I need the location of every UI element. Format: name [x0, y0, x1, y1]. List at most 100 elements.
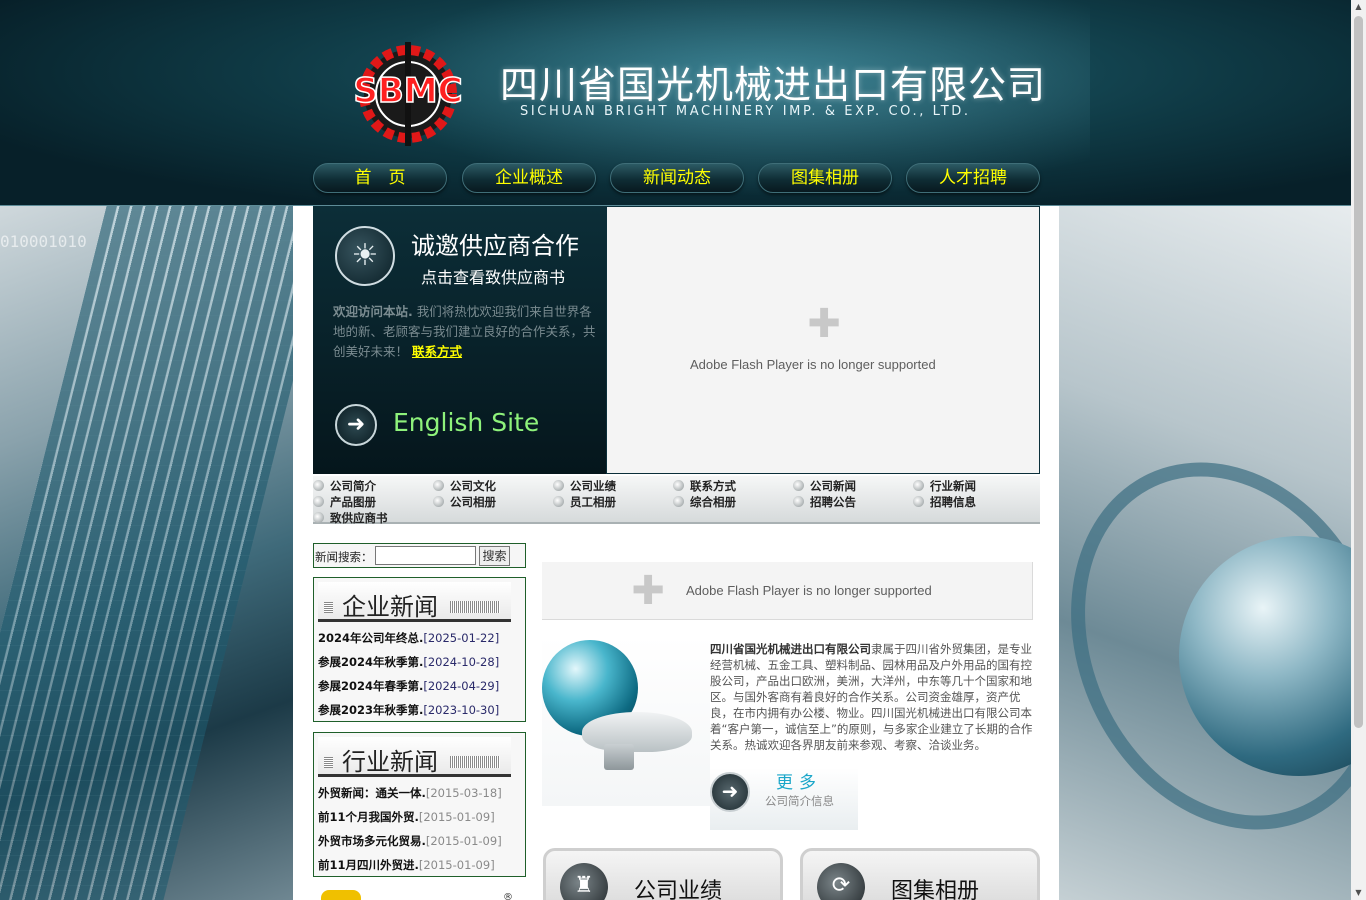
- search-label: 新闻搜索：: [315, 550, 373, 564]
- lightbulb-icon: ☀: [335, 226, 395, 286]
- bullet-icon: [913, 480, 924, 491]
- industry-news-header: 行业新闻: [318, 737, 511, 777]
- nav-news[interactable]: 新闻动态: [610, 163, 744, 193]
- promo-title[interactable]: 诚邀供应商合作: [411, 226, 579, 261]
- quicklink-company-news[interactable]: 公司新闻: [793, 478, 856, 494]
- quicklink-company-intro[interactable]: 公司简介: [313, 478, 376, 494]
- quicklink-company-culture[interactable]: 公司文化: [433, 478, 496, 494]
- nav-gallery[interactable]: 图集相册: [758, 163, 892, 193]
- card-title[interactable]: 公司业绩: [634, 873, 722, 900]
- photo-icon: ⟳: [817, 863, 865, 900]
- site-header: SBMC 四川省国光机械进出口有限公司 SICHUAN BRIGHT MACHI…: [0, 0, 1351, 206]
- nav-home[interactable]: 首 页: [313, 163, 447, 193]
- intro-body: 隶属于四川省外贸集团，是专业经营机械、五金工具、塑料制品、园林用品及户外用品的国…: [710, 642, 1033, 752]
- scroll-down-arrow-icon[interactable]: ▼: [1351, 886, 1366, 900]
- card-title[interactable]: 图集相册: [891, 873, 979, 900]
- nav-about[interactable]: 企业概述: [462, 163, 596, 193]
- company-intro-text: 四川省国光机械进出口有限公司隶属于四川省外贸集团，是专业经营机械、五金工具、塑料…: [710, 641, 1036, 753]
- flash-banner-placeholder: ✚ Adobe Flash Player is no longer suppor…: [606, 206, 1040, 474]
- company-news-list: 2024年公司年终总.[2025-01-22] 参展2024年秋季第.[2024…: [318, 629, 523, 725]
- flash-placeholder-2: ✚ Adobe Flash Player is no longer suppor…: [542, 562, 1033, 620]
- header-mark: [324, 757, 333, 768]
- bullet-icon: [913, 496, 924, 507]
- quicklink-company-performance[interactable]: 公司业绩: [553, 478, 616, 494]
- quicklink-general-album[interactable]: 综合相册: [673, 494, 736, 510]
- quicklink-contact[interactable]: 联系方式: [673, 478, 736, 494]
- header-mark: [324, 602, 333, 613]
- more-subtitle: 公司简介信息: [765, 794, 834, 808]
- vertical-scrollbar[interactable]: ▲ ▼: [1351, 0, 1366, 900]
- binary-text: 010001010: [0, 232, 87, 251]
- globe-hand-image: [542, 636, 710, 806]
- puzzle-icon: ✚: [807, 301, 841, 347]
- quicklink-industry-news[interactable]: 行业新闻: [913, 478, 976, 494]
- bullet-icon: [433, 496, 444, 507]
- bullet-icon: [313, 512, 324, 523]
- welcome-text: 欢迎访问本站. 我们将热忱欢迎我们来自世界各地的新、老顾客与我们建立良好的合作关…: [333, 302, 603, 362]
- list-item[interactable]: 2024年公司年终总.[2025-01-22]: [318, 629, 523, 653]
- bullet-icon: [313, 480, 324, 491]
- quicklink-job-announcement[interactable]: 招聘公告: [793, 494, 856, 510]
- flash-message-2: Adobe Flash Player is no longer supporte…: [686, 583, 932, 598]
- supplier-promo-panel: ☀ 诚邀供应商合作 点击查看致供应商书 欢迎访问本站. 我们将热忱欢迎我们来自世…: [313, 206, 606, 474]
- list-item[interactable]: 参展2024年秋季第.[2024-10-28]: [318, 653, 523, 677]
- card-gallery[interactable]: ⟳ 图集相册: [800, 848, 1040, 900]
- card-company-performance[interactable]: ♜ 公司业绩: [543, 848, 783, 900]
- list-item[interactable]: 前11个月我国外贸.[2015-01-09]: [318, 808, 523, 832]
- sbmc-logo[interactable]: SBMC: [338, 38, 478, 148]
- quicklink-supplier-letter[interactable]: 致供应商书: [313, 510, 388, 526]
- main-nav: 首 页 企业概述 新闻动态 图集相册 人才招聘: [313, 163, 1043, 195]
- bullet-icon: [793, 496, 804, 507]
- more-intro-box[interactable]: ➜ 更多 公司简介信息: [710, 768, 858, 830]
- main-content: ☀ 诚邀供应商合作 点击查看致供应商书 欢迎访问本站. 我们将热忱欢迎我们来自世…: [293, 206, 1059, 900]
- quicklink-staff-album[interactable]: 员工相册: [553, 494, 616, 510]
- header-stripes: [450, 601, 500, 613]
- list-item[interactable]: 外贸市场多元化贸易.[2015-01-09]: [318, 832, 523, 856]
- company-name-cn: 四川省国光机械进出口有限公司: [500, 63, 1047, 107]
- welcome-bold: 欢迎访问本站.: [333, 304, 413, 319]
- industry-news-title[interactable]: 行业新闻: [342, 742, 438, 777]
- right-background-image: [1059, 206, 1351, 900]
- registered-mark: ®: [503, 892, 513, 900]
- search-button[interactable]: 搜索: [479, 546, 510, 566]
- company-news-title[interactable]: 企业新闻: [342, 587, 438, 622]
- glass-tower-image: [0, 206, 293, 900]
- list-item[interactable]: 前11月四川外贸进.[2015-01-09]: [318, 856, 523, 880]
- partial-logo-badge: [321, 890, 361, 900]
- flash-message: Adobe Flash Player is no longer supporte…: [690, 357, 936, 372]
- english-site-link[interactable]: English Site: [393, 408, 539, 437]
- bullet-icon: [553, 496, 564, 507]
- trophy-icon: ♜: [560, 863, 608, 900]
- scroll-up-arrow-icon[interactable]: ▲: [1351, 0, 1366, 14]
- bullet-icon: [553, 480, 564, 491]
- bullet-icon: [673, 480, 684, 491]
- industry-news-box: 行业新闻 外贸新闻：通关一体.[2015-03-18] 前11个月我国外贸.[2…: [313, 732, 526, 877]
- arrow-right-icon[interactable]: ➜: [710, 772, 750, 812]
- list-item[interactable]: 参展2023年秋季第.[2023-10-30]: [318, 701, 523, 725]
- bullet-icon: [793, 480, 804, 491]
- contact-link[interactable]: 联系方式: [412, 344, 462, 359]
- header-stripes: [450, 756, 500, 768]
- logo-text: SBMC: [353, 71, 462, 111]
- company-news-header: 企业新闻: [318, 582, 511, 622]
- news-search-box: 新闻搜索： 搜索: [313, 543, 526, 568]
- company-name-en: SICHUAN BRIGHT MACHINERY IMP. & EXP. CO.…: [520, 104, 971, 119]
- quicklink-company-album[interactable]: 公司相册: [433, 494, 496, 510]
- promo-subtitle[interactable]: 点击查看致供应商书: [421, 264, 565, 288]
- hand-image: [582, 712, 692, 752]
- quicklink-job-info[interactable]: 招聘信息: [913, 494, 976, 510]
- quick-links-bar: 公司简介 公司文化 公司业绩 联系方式 公司新闻 行业新闻 产品图册 公司相册 …: [313, 476, 1040, 526]
- more-link[interactable]: 更多: [776, 768, 822, 793]
- quicklink-product-catalog[interactable]: 产品图册: [313, 494, 376, 510]
- bullet-icon: [313, 496, 324, 507]
- left-background-image: 010001010: [0, 206, 293, 900]
- bullet-icon: [673, 496, 684, 507]
- search-input[interactable]: [375, 546, 476, 565]
- list-item[interactable]: 外贸新闻：通关一体.[2015-03-18]: [318, 784, 523, 808]
- nav-careers[interactable]: 人才招聘: [906, 163, 1040, 193]
- arrow-right-icon[interactable]: ➜: [335, 404, 377, 446]
- scroll-thumb[interactable]: [1354, 16, 1363, 728]
- list-item[interactable]: 参展2024年春季第.[2024-04-29]: [318, 677, 523, 701]
- industry-news-list: 外贸新闻：通关一体.[2015-03-18] 前11个月我国外贸.[2015-0…: [318, 784, 523, 880]
- company-news-box: 企业新闻 2024年公司年终总.[2025-01-22] 参展2024年秋季第.…: [313, 577, 526, 722]
